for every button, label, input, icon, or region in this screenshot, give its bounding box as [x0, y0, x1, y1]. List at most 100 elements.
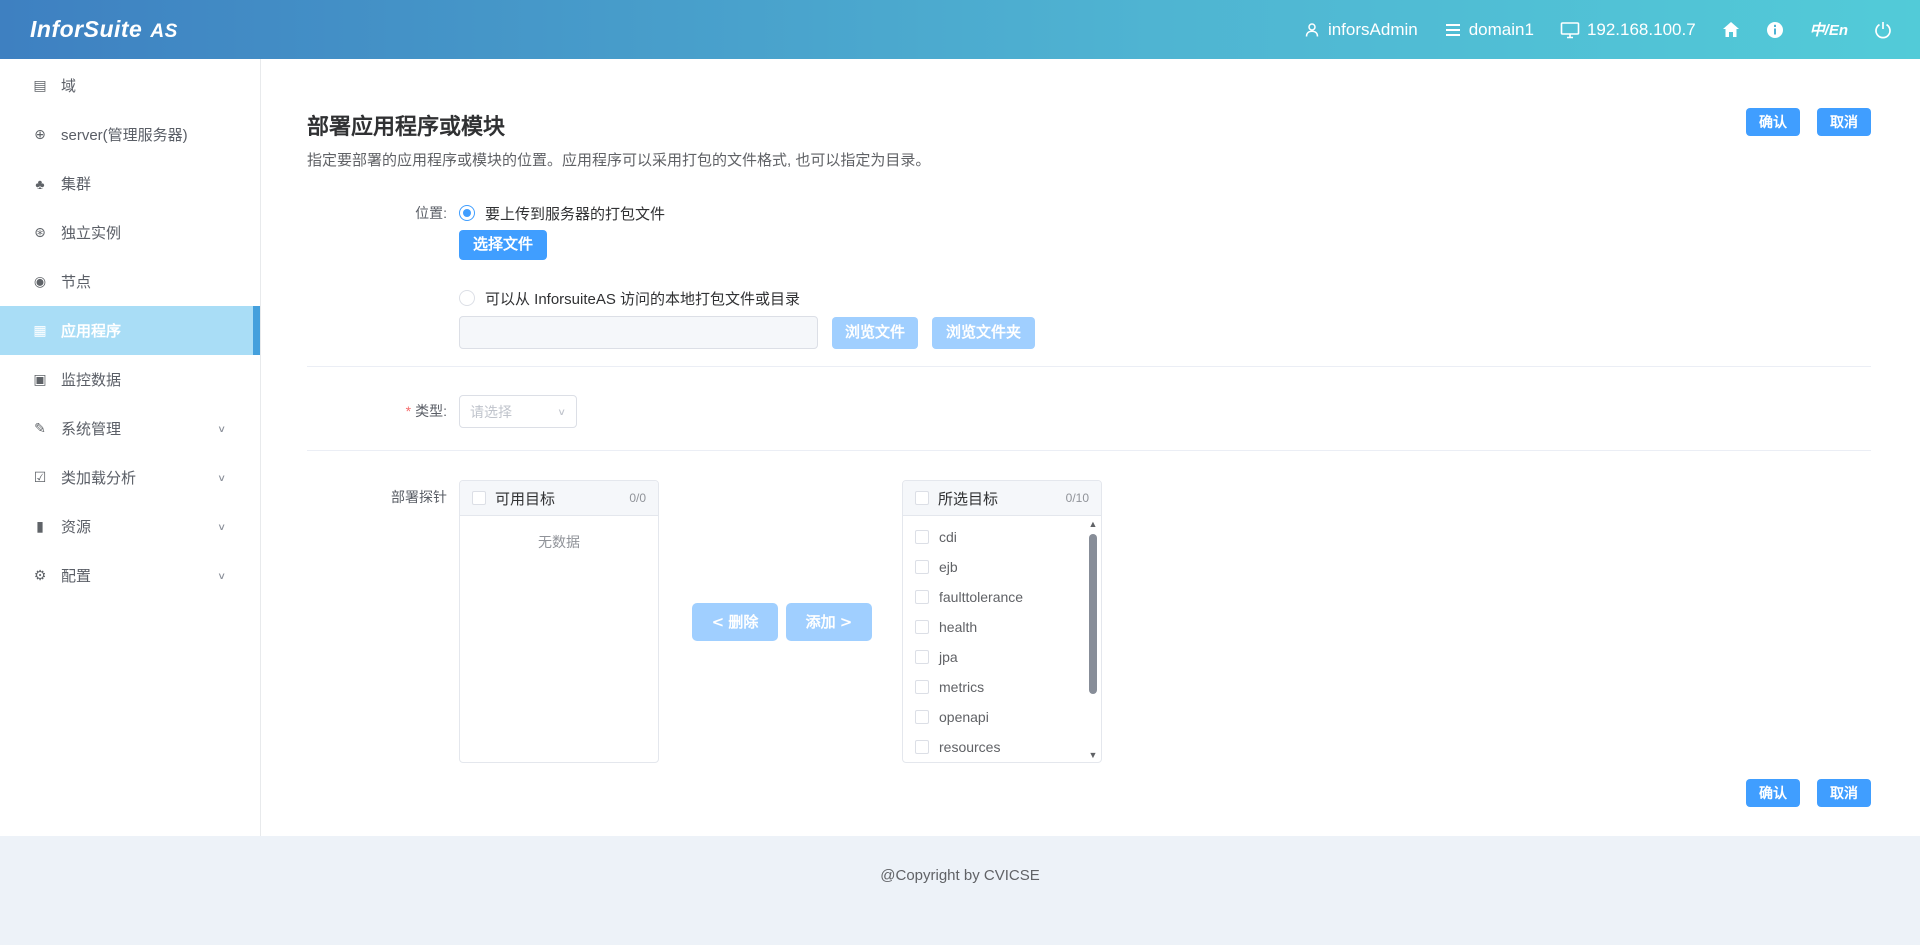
available-panel-title: 可用目标 [495, 488, 555, 509]
top-header: InforSuite AS inforsAdmin domain1 192.16… [0, 0, 1920, 59]
selected-select-all-checkbox[interactable] [915, 491, 929, 505]
page-footer: @Copyright by CVICSE [0, 836, 1920, 945]
chevron-down-icon: ∨ [217, 423, 226, 434]
divider [307, 366, 1871, 367]
target-checkbox[interactable] [915, 740, 929, 754]
add-button-label: 添加 [806, 614, 836, 631]
applications-icon: ▦ [31, 322, 49, 339]
sidebar-item-cluster[interactable]: ♣ 集群 [0, 159, 260, 208]
sidebar-item-label: 配置 [61, 565, 91, 586]
main-content: 部署应用程序或模块 指定要部署的应用程序或模块的位置。应用程序可以采用打包的文件… [261, 59, 1920, 836]
server-icon: ⊕ [31, 126, 49, 143]
monitor-icon [1560, 21, 1580, 39]
probe-label: 部署探针 [307, 480, 447, 763]
arrow-left-icon: < [712, 613, 725, 631]
sidebar-item-label: 节点 [61, 271, 91, 292]
selected-panel-count: 0/10 [1066, 491, 1089, 505]
target-item-openapi[interactable]: openapi [903, 702, 1101, 732]
target-checkbox[interactable] [915, 560, 929, 574]
available-select-all-checkbox[interactable] [472, 491, 486, 505]
chevron-down-icon: ∨ [557, 406, 566, 417]
required-asterisk: * [406, 403, 411, 419]
sidebar-item-domain[interactable]: ▤ 域 [0, 61, 260, 110]
target-checkbox[interactable] [915, 590, 929, 604]
server-address[interactable]: 192.168.100.7 [1560, 20, 1696, 40]
logout-button[interactable] [1874, 21, 1892, 39]
scroll-down-icon[interactable]: ▼ [1086, 749, 1100, 761]
sidebar-item-label: 监控数据 [61, 369, 121, 390]
sidebar-item-applications[interactable]: ▦ 应用程序 [0, 306, 260, 355]
target-label: metrics [939, 679, 984, 695]
target-checkbox[interactable] [915, 530, 929, 544]
target-checkbox[interactable] [915, 620, 929, 634]
selected-list-scrollbar[interactable]: ▲ ▼ [1086, 518, 1100, 761]
target-label: openapi [939, 709, 989, 725]
target-item-health[interactable]: health [903, 612, 1101, 642]
target-checkbox[interactable] [915, 710, 929, 724]
page-subtitle: 指定要部署的应用程序或模块的位置。应用程序可以采用打包的文件格式, 也可以指定为… [307, 149, 930, 170]
sidebar-item-label: 域 [61, 75, 76, 96]
sidebar-item-server[interactable]: ⊕ server(管理服务器) [0, 110, 260, 159]
confirm-button-bottom[interactable]: 确认 [1746, 779, 1800, 807]
browse-file-button[interactable]: 浏览文件 [832, 317, 918, 349]
domain-list-icon [1444, 22, 1462, 38]
arrow-right-icon: > [840, 613, 853, 631]
current-user[interactable]: inforsAdmin [1303, 20, 1418, 40]
scrollbar-thumb[interactable] [1089, 534, 1097, 694]
target-item-faulttolerance[interactable]: faulttolerance [903, 582, 1101, 612]
home-button[interactable] [1722, 21, 1740, 38]
scroll-up-icon[interactable]: ▲ [1086, 518, 1100, 530]
target-item-resources[interactable]: resources [903, 732, 1101, 762]
system-management-icon: ✎ [31, 420, 49, 437]
sidebar-item-configuration[interactable]: ⚙ 配置 ∨ [0, 551, 260, 600]
remove-target-button[interactable]: < 删除 [692, 603, 778, 641]
target-item-metrics[interactable]: metrics [903, 672, 1101, 702]
chevron-down-icon: ∨ [217, 521, 226, 532]
sidebar-item-monitoring-data[interactable]: ▣ 监控数据 [0, 355, 260, 404]
selected-targets-panel: 所选目标 0/10 cdi ejb [902, 480, 1102, 763]
info-button[interactable] [1766, 21, 1784, 39]
target-item-ejb[interactable]: ejb [903, 552, 1101, 582]
sidebar-item-classloading-analysis[interactable]: ☑ 类加载分析 ∨ [0, 453, 260, 502]
divider [307, 450, 1871, 451]
sidebar-item-resources[interactable]: ▮ 资源 ∨ [0, 502, 260, 551]
target-label: cdi [939, 529, 957, 545]
target-label: ejb [939, 559, 958, 575]
local-path-input[interactable] [459, 316, 818, 349]
local-path-radio-label: 可以从 InforsuiteAS 访问的本地打包文件或目录 [485, 288, 800, 309]
server-ip: 192.168.100.7 [1587, 20, 1696, 40]
domain-switcher[interactable]: domain1 [1444, 20, 1534, 40]
chevron-down-icon: ∨ [217, 472, 226, 483]
sidebar-item-label: 应用程序 [61, 320, 121, 341]
power-icon [1874, 21, 1892, 39]
type-select[interactable]: 请选择 ∨ [459, 395, 577, 428]
upload-package-radio[interactable] [459, 205, 475, 221]
classloading-icon: ☑ [31, 469, 49, 486]
cancel-button-bottom[interactable]: 取消 [1817, 779, 1871, 807]
sidebar-item-node[interactable]: ◉ 节点 [0, 257, 260, 306]
target-item-jpa[interactable]: jpa [903, 642, 1101, 672]
sidebar-item-system-management[interactable]: ✎ 系统管理 ∨ [0, 404, 260, 453]
domain-name: domain1 [1469, 20, 1534, 40]
local-path-radio[interactable] [459, 290, 475, 306]
location-label: 位置: [307, 201, 447, 349]
target-checkbox[interactable] [915, 680, 929, 694]
copyright-text: @Copyright by CVICSE [880, 867, 1039, 884]
target-item-cdi[interactable]: cdi [903, 522, 1101, 552]
confirm-button-top[interactable]: 确认 [1746, 108, 1800, 136]
target-checkbox[interactable] [915, 650, 929, 664]
sidebar-item-standalone-instance[interactable]: ⊛ 独立实例 [0, 208, 260, 257]
browse-folder-button[interactable]: 浏览文件夹 [932, 317, 1035, 349]
type-label-text: 类型: [415, 403, 447, 419]
monitoring-icon: ▣ [31, 371, 49, 388]
chevron-down-icon: ∨ [217, 570, 226, 581]
node-icon: ◉ [31, 273, 49, 290]
sidebar-item-label: 类加载分析 [61, 467, 136, 488]
user-name: inforsAdmin [1328, 20, 1418, 40]
choose-file-button[interactable]: 选择文件 [459, 230, 547, 260]
language-toggle[interactable]: 中/En [1810, 19, 1848, 40]
add-target-button[interactable]: 添加 > [786, 603, 872, 641]
available-panel-count: 0/0 [629, 491, 646, 505]
resources-icon: ▮ [31, 518, 49, 535]
cancel-button-top[interactable]: 取消 [1817, 108, 1871, 136]
